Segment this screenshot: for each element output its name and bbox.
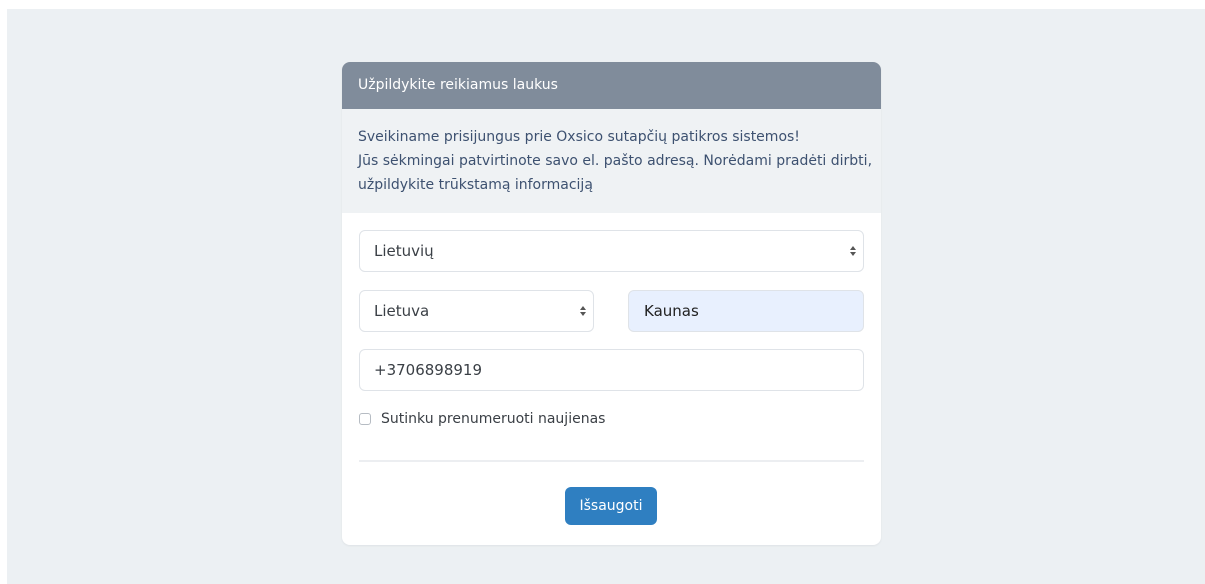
welcome-line-1: Sveikiname prisijungus prie Oxsico sutap… xyxy=(358,129,800,145)
welcome-line-2: Jūs sėkmingai patvirtinote savo el. pašt… xyxy=(358,153,873,169)
city-input[interactable]: Kaunas xyxy=(628,290,864,332)
select-arrows-icon xyxy=(580,306,586,316)
newsletter-option[interactable]: Sutinku prenumeruoti naujienas xyxy=(359,411,605,427)
language-select-value: Lietuvių xyxy=(374,242,434,260)
card-header: Užpildykite reikiamus laukus xyxy=(342,62,881,109)
newsletter-label: Sutinku prenumeruoti naujienas xyxy=(381,411,606,427)
form-divider xyxy=(359,460,864,462)
city-input-value: Kaunas xyxy=(644,302,699,320)
card-title: Užpildykite reikiamus laukus xyxy=(358,77,558,93)
select-arrows-icon xyxy=(850,246,856,256)
country-select-value: Lietuva xyxy=(374,302,430,320)
language-select[interactable]: Lietuvių xyxy=(359,230,864,272)
newsletter-checkbox[interactable] xyxy=(359,413,371,425)
welcome-line-3: užpildykite trūkstamą informaciją xyxy=(358,177,593,193)
welcome-message: Sveikiname prisijungus prie Oxsico sutap… xyxy=(342,109,881,213)
phone-input[interactable]: +3706898919 xyxy=(359,349,864,391)
country-select[interactable]: Lietuva xyxy=(359,290,594,332)
save-button[interactable]: Išsaugoti xyxy=(565,487,657,525)
profile-form-card: Užpildykite reikiamus laukus Sveikiname … xyxy=(342,62,881,545)
phone-input-value: +3706898919 xyxy=(374,361,483,379)
